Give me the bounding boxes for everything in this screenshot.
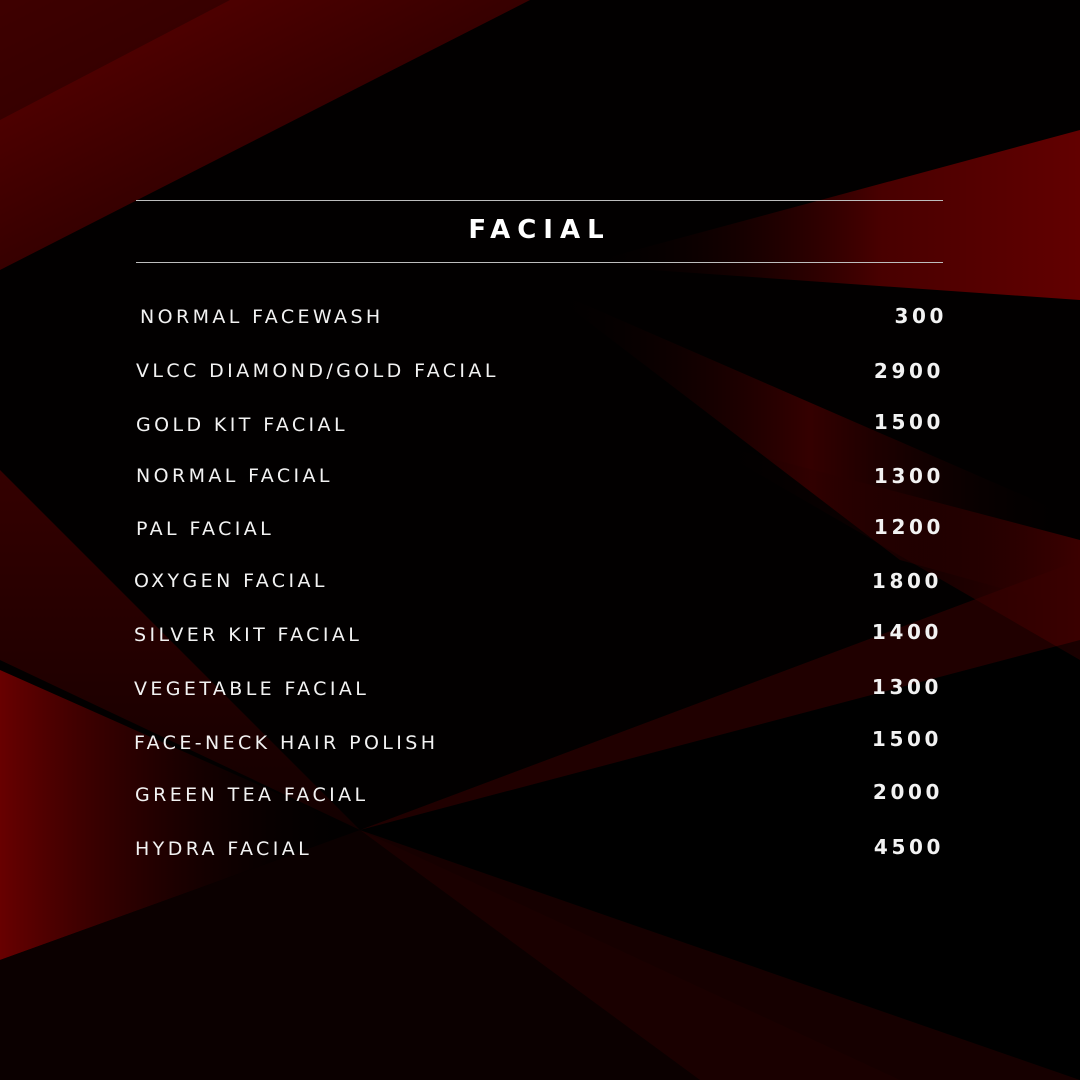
item-price: 1800 [871, 569, 942, 593]
item-price: 1500 [873, 410, 944, 434]
item-price: 1300 [873, 464, 944, 488]
list-item: NORMAL FACEWASH 300 [0, 302, 1080, 332]
list-item: PAL FACIAL 1200 [0, 514, 1080, 544]
list-item: FACE-NECK HAIR POLISH 1500 [0, 727, 1080, 758]
item-name: PAL FACIAL [136, 518, 275, 540]
item-price: 1400 [871, 620, 942, 644]
item-price: 2900 [873, 359, 944, 383]
item-name: VLCC DIAMOND/GOLD FACIAL [136, 360, 499, 382]
item-name: NORMAL FACEWASH [140, 306, 384, 328]
item-name: HYDRA FACIAL [135, 838, 313, 860]
item-name: GOLD KIT FACIAL [136, 414, 348, 436]
item-price: 1500 [871, 727, 942, 751]
list-item: VEGETABLE FACIAL 1300 [0, 674, 1080, 704]
list-item: VLCC DIAMOND/GOLD FACIAL 2900 [0, 356, 1080, 386]
item-price: 1300 [871, 675, 942, 699]
item-price: 300 [894, 304, 947, 328]
list-item: SILVER KIT FACIAL 1400 [0, 620, 1080, 650]
item-name: VEGETABLE FACIAL [134, 678, 370, 700]
item-price: 4500 [873, 835, 944, 859]
menu-card: FACIAL NORMAL FACEWASH 300 VLCC DIAMOND/… [0, 0, 1080, 1080]
item-price: 1200 [873, 515, 944, 539]
item-name: GREEN TEA FACIAL [135, 784, 369, 806]
item-name: SILVER KIT FACIAL [134, 624, 363, 646]
item-name: FACE-NECK HAIR POLISH [134, 732, 439, 754]
item-name: OXYGEN FACIAL [134, 570, 328, 592]
list-item: NORMAL FACIAL 1300 [0, 461, 1080, 491]
item-name: NORMAL FACIAL [136, 465, 333, 487]
list-item: OXYGEN FACIAL 1800 [0, 566, 1080, 596]
item-price: 2000 [872, 780, 943, 804]
price-list: NORMAL FACEWASH 300 VLCC DIAMOND/GOLD FA… [0, 0, 1080, 1080]
list-item: GREEN TEA FACIAL 2000 [0, 780, 1080, 810]
list-item: GOLD KIT FACIAL 1500 [0, 410, 1080, 440]
list-item: HYDRA FACIAL 4500 [0, 834, 1080, 864]
